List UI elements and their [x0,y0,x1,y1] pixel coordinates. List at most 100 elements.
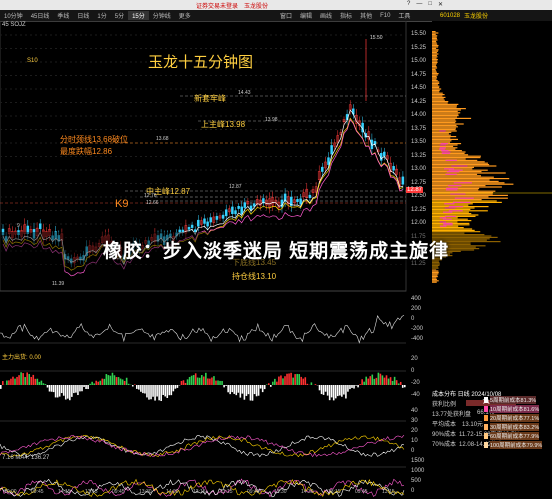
chip-bar [432,199,482,201]
period-1min[interactable]: 1分 [93,11,110,20]
period-15min[interactable]: 15分 [128,11,149,20]
force-bar [152,385,154,397]
force-bar [194,373,197,385]
chip-bar [432,176,494,178]
force-bar [328,385,331,401]
chip-bar [432,208,471,210]
force-bar [399,381,402,385]
chip-bar [432,137,451,139]
force-bar [50,385,53,392]
tab-indicator[interactable]: 指标 [336,11,356,20]
chip-bar [432,33,436,35]
chip-overlay [442,218,452,220]
chip-bar [432,172,506,174]
stock-code[interactable]: 601028 [436,13,464,19]
tab-tools[interactable]: 工具 [394,11,414,20]
period-more[interactable]: 更多 [175,11,195,20]
chip-distribution [432,21,552,386]
candle-body [234,210,237,215]
maximize-icon[interactable]: □ [428,1,432,8]
price-tick: 15.25 [411,44,427,51]
force-bar [182,380,185,385]
chip-overlay [444,207,456,209]
force-bar [105,374,108,385]
price-tick: 14.25 [411,98,427,105]
force-bar [304,377,307,385]
period-minute[interactable]: 分钟线 [149,11,175,20]
force-bar [355,385,357,386]
close-icon[interactable]: ✕ [438,1,443,8]
help-icon[interactable]: ? [407,1,410,8]
chip-bar [432,145,454,147]
minimize-icon[interactable]: — [416,1,422,8]
candle-body [321,166,324,172]
period-5min[interactable]: 5分 [111,11,128,20]
tab-edit[interactable]: 编辑 [296,11,316,20]
chip-bar [432,52,437,54]
force-bar [391,380,394,385]
period-day[interactable]: 日线 [73,11,93,20]
force-bar [393,376,396,385]
force-bar [136,385,138,389]
force-bar [247,385,250,395]
tab-draw[interactable]: 画线 [316,11,336,20]
force-bar [73,385,75,394]
force-bar [269,385,272,387]
force-bar [121,379,124,385]
sub-axis-tick: 40 [411,408,418,414]
chip-bar [432,47,437,49]
stock-name[interactable]: 玉龙股份 [464,11,492,20]
force-bar [186,379,189,385]
price-tick: 15.00 [411,58,427,64]
time-tick: 10:00 [4,489,17,495]
chip-row-label: 获利比例 [432,401,457,408]
chip-bar [432,46,439,48]
chip-legend-item: 10周期前成本81.6% [484,404,542,413]
force-bar [28,374,31,385]
force-bar [54,385,57,398]
force-bar [330,385,333,398]
force-bar [160,385,162,402]
price-tick: 12.75 [411,179,427,186]
tab-f10[interactable]: F10 [376,13,394,19]
force-bar [52,385,55,393]
s10-label: S10 [27,58,38,64]
ma-label: 45 SOJZ [2,22,26,28]
period-45day[interactable]: 45日线 [27,11,54,20]
force-bar [395,380,398,385]
force-bar [205,372,207,385]
tab-other[interactable]: 其他 [356,11,376,20]
force-bar [379,373,382,385]
chip-bar [432,60,438,62]
chip-bar [432,108,466,110]
chip-legend-item: 60周期前成本77.9% [484,431,542,440]
tab-window[interactable]: 窗口 [276,11,296,20]
force-bar [261,385,264,393]
force-bar [336,385,339,397]
chip-overlay [446,187,458,189]
stock-link[interactable]: 玉龙股份 [244,1,268,10]
chip-bar [432,270,439,272]
force-bar [284,376,286,385]
force-bar [359,384,361,385]
candle-body [392,166,395,171]
force-bar [233,385,236,394]
period-season[interactable]: 季线 [53,11,73,20]
legend-label: 20周期前成本77.1% [490,413,540,422]
chip-bar [432,106,457,108]
force-bar [263,385,266,390]
force-bar [290,372,292,385]
chip-bar [432,127,456,129]
chip-overlay [445,215,456,217]
candle-body [203,218,206,224]
chip-bar [432,110,458,112]
chip-bar [432,85,440,87]
force-bar [231,385,234,393]
chip-bar [432,112,461,114]
chip-legend: 5周期前成本81.3% 10周期前成本81.6% 20周期前成本77.1% 30周期前… [484,395,543,449]
force-bar [172,385,175,392]
login-notice[interactable]: 证券交易未登录 [196,1,238,10]
force-bar [209,378,211,385]
chip-bar [432,161,485,163]
period-10min[interactable]: 10分钟 [0,11,27,20]
